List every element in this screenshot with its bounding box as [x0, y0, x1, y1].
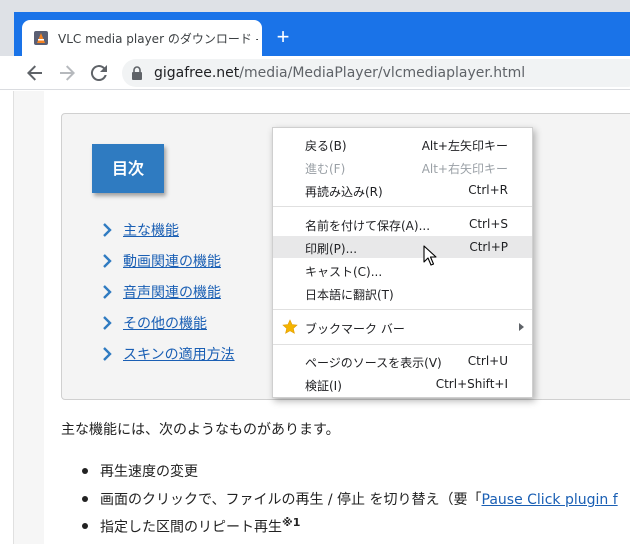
menu-item-print[interactable]: 印刷(P)... Ctrl+P — [273, 236, 532, 258]
forward-arrow-icon[interactable] — [55, 61, 79, 85]
chevron-right-icon — [103, 223, 112, 237]
chevron-right-icon — [103, 316, 112, 330]
star-icon — [282, 319, 298, 334]
browser-tab[interactable]: VLC media player のダウンロード - ｜ — [22, 20, 262, 56]
new-tab-button[interactable]: + — [272, 26, 294, 48]
mouse-cursor-icon — [423, 245, 437, 266]
menu-item-inspect[interactable]: 検証(I) Ctrl+Shift+I — [273, 373, 532, 395]
url-domain: gigafree.net — [154, 65, 240, 81]
vlc-favicon-icon — [34, 31, 48, 45]
lock-icon — [132, 66, 142, 80]
menu-item-shortcut: Ctrl+Shift+I — [435, 377, 508, 391]
menu-item-label: 再読み込み(R) — [305, 185, 383, 199]
back-arrow-icon[interactable] — [23, 61, 47, 85]
menu-item-label: 進む(F) — [305, 162, 346, 176]
reload-icon[interactable] — [87, 61, 111, 85]
chevron-right-icon — [103, 254, 112, 268]
menu-item-translate[interactable]: 日本語に翻訳(T) — [273, 282, 532, 304]
submenu-arrow-icon — [519, 323, 524, 331]
menu-item-label: 日本語に翻訳(T) — [305, 288, 394, 302]
toc-link[interactable]: 音声関連の機能 — [123, 282, 221, 302]
menu-item-reload[interactable]: 再読み込み(R) Ctrl+R — [273, 179, 532, 201]
menu-item-bookmark-bar[interactable]: ブックマーク バー — [273, 316, 532, 338]
menu-item-label: キャスト(C)... — [305, 265, 383, 279]
menu-separator — [273, 309, 532, 310]
footnote-marker[interactable]: ※1 — [282, 516, 300, 529]
menu-item-shortcut: Alt+右矢印キー — [421, 162, 508, 176]
pause-click-plugin-link[interactable]: Pause Click plugin f — [482, 492, 618, 508]
menu-item-label: 戻る(B) — [305, 139, 347, 153]
chevron-right-icon — [103, 285, 112, 299]
menu-item-label: 印刷(P)... — [305, 242, 358, 256]
page-left-gutter — [14, 91, 44, 544]
menu-item-label: ブックマーク バー — [305, 322, 405, 336]
list-item-text-main: 指定した区間のリピート再生 — [100, 519, 282, 536]
menu-separator — [273, 206, 532, 207]
menu-item-save-as[interactable]: 名前を付けて保存(A)... Ctrl+S — [273, 213, 532, 235]
toc-link[interactable]: 動画関連の機能 — [123, 251, 221, 271]
menu-separator — [273, 344, 532, 345]
url-text: gigafree.net/media/MediaPlayer/vlcmediap… — [154, 65, 525, 81]
toc-link[interactable]: スキンの適用方法 — [123, 344, 235, 364]
intro-text: 主な機能には、次のようなものがあります。 — [61, 422, 340, 438]
menu-item-shortcut: Ctrl+S — [468, 217, 508, 231]
browser-toolbar: gigafree.net/media/MediaPlayer/vlcmediap… — [0, 56, 630, 90]
bullet-dot — [82, 468, 88, 474]
address-bar[interactable]: gigafree.net/media/MediaPlayer/vlcmediap… — [122, 59, 630, 87]
menu-item-shortcut: Alt+左矢印キー — [421, 139, 508, 153]
context-menu: 戻る(B) Alt+左矢印キー 進む(F) Alt+右矢印キー 再読み込み(R)… — [272, 127, 533, 398]
toc-link[interactable]: その他の機能 — [123, 313, 207, 333]
menu-item-label: ページのソースを表示(V) — [305, 356, 442, 370]
menu-item-shortcut: Ctrl+R — [468, 183, 508, 197]
menu-item-label: 名前を付けて保存(A)... — [305, 219, 431, 233]
menu-item-shortcut: Ctrl+P — [469, 240, 508, 254]
list-item-text-main: 画面のクリックで、ファイルの再生 / 停止 を切り替え（要「 — [100, 492, 482, 508]
list-item-text: 画面のクリックで、ファイルの再生 / 停止 を切り替え（要「Pause Clic… — [100, 489, 618, 509]
menu-item-back[interactable]: 戻る(B) Alt+左矢印キー — [273, 133, 532, 155]
url-path: /media/MediaPlayer/vlcmediaplayer.html — [239, 65, 526, 81]
list-item-text: 指定した区間のリピート再生※1 — [100, 516, 300, 537]
menu-item-label: 検証(I) — [305, 379, 342, 393]
menu-item-view-source[interactable]: ページのソースを表示(V) Ctrl+U — [273, 350, 532, 372]
list-item-text: 再生速度の変更 — [100, 464, 198, 480]
toc-link[interactable]: 主な機能 — [123, 220, 179, 240]
menu-item-shortcut: Ctrl+U — [467, 354, 508, 368]
bullet-dot — [82, 523, 88, 529]
chevron-right-icon — [103, 347, 112, 361]
toc-header: 目次 — [92, 144, 164, 193]
bullet-dot — [82, 496, 88, 502]
menu-item-forward[interactable]: 進む(F) Alt+右矢印キー — [273, 156, 532, 178]
tab-strip: VLC media player のダウンロード - ｜ + — [0, 0, 630, 56]
menu-item-cast[interactable]: キャスト(C)... — [273, 259, 532, 281]
tab-title: VLC media player のダウンロード - ｜ — [58, 32, 258, 46]
